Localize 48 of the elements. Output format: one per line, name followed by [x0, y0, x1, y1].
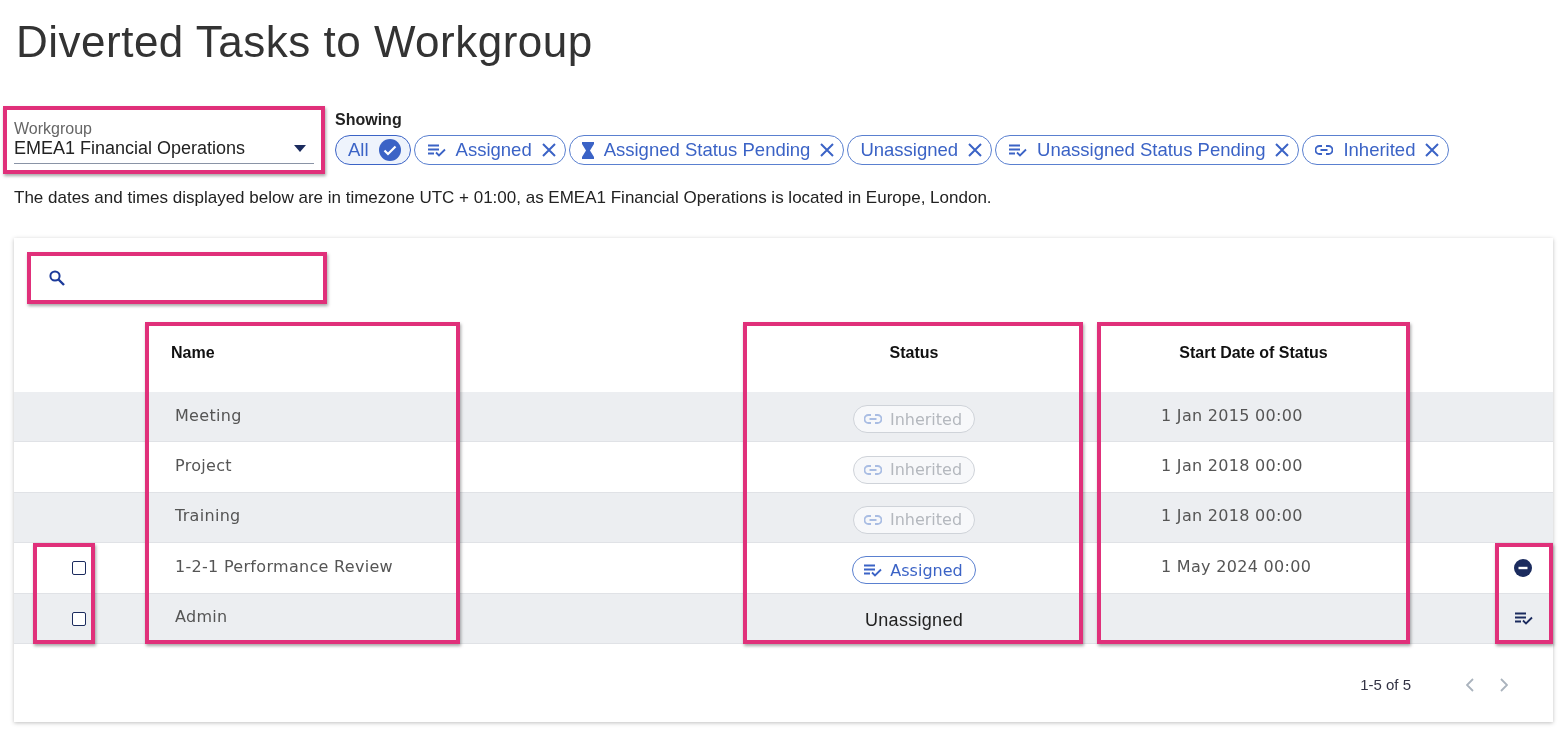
- link-icon: [863, 414, 882, 425]
- table-cell-text: 1-2-1 Performance Review: [174, 556, 394, 576]
- column-header: Start Date of Status: [1179, 344, 1328, 362]
- status-chip: Assigned: [852, 556, 976, 585]
- table-cell-text: 1 Jan 2018 00:00: [1160, 456, 1304, 476]
- link-icon: [863, 514, 882, 525]
- page-title: Diverted Tasks to Workgroup: [16, 16, 594, 68]
- close-icon: [1425, 143, 1440, 157]
- timezone-note: The dates and times displayed below are in timezone UTC + 01:00, as EMEA1 Financial Operations is located in Europe, London.: [14, 188, 993, 208]
- status-chip: Inherited: [852, 405, 976, 434]
- search-icon: [49, 270, 65, 286]
- chevron-right-icon: [1500, 677, 1508, 692]
- filter-chip[interactable]: Unassigned: [847, 135, 993, 165]
- filter-chip[interactable]: Unassigned Status Pending: [995, 135, 1300, 165]
- list-check-icon: [863, 563, 883, 577]
- table-cell-text: Meeting: [174, 405, 243, 425]
- table-cell-text: Project: [174, 456, 233, 476]
- table-cell-text: 1 May 2024 00:00: [1160, 556, 1313, 576]
- close-icon: [1275, 143, 1290, 157]
- link-icon: [863, 464, 882, 475]
- workgroup-dropdown[interactable]: Workgroup EMEA1 Financial Operations: [14, 120, 314, 164]
- close-icon: [968, 143, 983, 157]
- close-icon: [820, 143, 835, 157]
- list-check-icon: [1008, 143, 1028, 157]
- chevron-left-icon: [1466, 677, 1474, 692]
- list-check-icon: [426, 143, 446, 157]
- filter-chip[interactable]: Assigned Status Pending: [568, 135, 845, 165]
- caret-icon: [294, 145, 306, 152]
- remove-button[interactable]: [1513, 558, 1533, 579]
- filter-chip[interactable]: Assigned: [413, 135, 566, 165]
- pagination-range: 1-5 of 5: [1360, 676, 1411, 694]
- table-cell-text: Admin: [174, 607, 229, 627]
- hourglass-icon: [581, 141, 594, 159]
- column-header: Name: [170, 344, 216, 362]
- table-cell-text: 1 Jan 2018 00:00: [1160, 506, 1304, 526]
- search-field[interactable]: [27, 252, 327, 304]
- check-circle-icon: [378, 139, 401, 161]
- filter-chip[interactable]: All: [335, 135, 411, 165]
- column-header: Status: [889, 344, 939, 362]
- filter-label: Showing: [335, 111, 403, 129]
- close-icon: [541, 143, 556, 157]
- filter-chip[interactable]: Inherited: [1302, 135, 1450, 165]
- minus-circle-icon: [1514, 559, 1532, 578]
- table-cell-text: 1 Jan 2015 00:00: [1160, 405, 1304, 425]
- table-cell-text: Training: [174, 506, 242, 526]
- table-cell: Unassigned: [864, 610, 964, 632]
- list-check-icon: [1513, 612, 1533, 626]
- link-icon: [1315, 145, 1334, 155]
